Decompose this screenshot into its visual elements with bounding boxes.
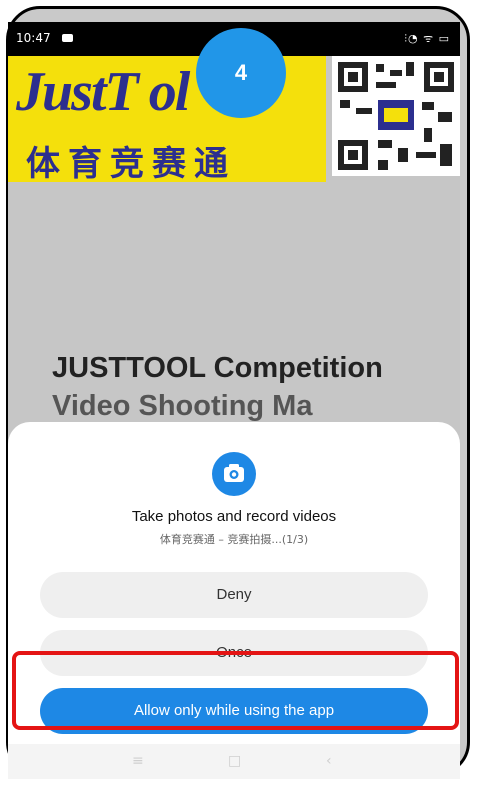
- deny-button[interactable]: Deny: [40, 572, 428, 618]
- back-icon[interactable]: ‹: [326, 753, 332, 769]
- step-number-badge: 4: [196, 28, 286, 118]
- home-icon[interactable]: □: [228, 753, 241, 769]
- menu-icon[interactable]: ≡: [132, 753, 144, 769]
- status-icons: ⫶◔ ᯤ ▭: [404, 32, 450, 45]
- qr-code-icon: [332, 56, 460, 176]
- notification-icon: [62, 34, 73, 42]
- permission-subtitle: 体育竞赛通 – 竞赛拍摄...(1/3): [159, 533, 309, 546]
- banner-logo: JustT ol: [16, 61, 190, 123]
- status-time: 10:47: [16, 31, 51, 45]
- banner-chinese-title: 体育竞赛通: [26, 144, 236, 184]
- background-title: JUSTTOOL Competition: [52, 352, 383, 384]
- camera-icon: [212, 452, 256, 496]
- permission-title: Take photos and record videos: [131, 508, 337, 525]
- navigation-bar: ≡ □ ‹: [8, 744, 460, 779]
- background-subtitle: Video Shooting Ma: [52, 390, 313, 422]
- highlight-box: [12, 651, 459, 730]
